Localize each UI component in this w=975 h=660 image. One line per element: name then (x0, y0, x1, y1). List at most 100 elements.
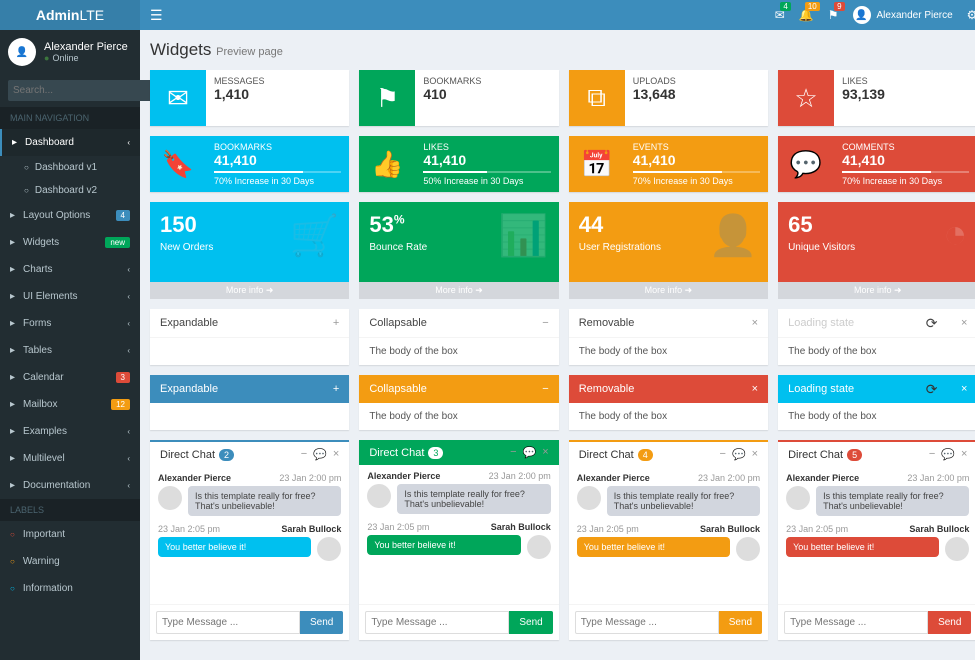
circle-icon: ○ (10, 557, 15, 566)
search-input[interactable] (8, 80, 150, 101)
send-button[interactable]: Send (509, 611, 552, 634)
nav-subitem[interactable]: ○Dashboard v2 (0, 179, 140, 202)
contacts-icon[interactable]: 💬 (941, 448, 955, 461)
minimize-icon[interactable]: − (301, 448, 307, 461)
contacts-icon[interactable]: 💬 (313, 448, 327, 461)
label-item[interactable]: ○Important (0, 521, 140, 548)
mail-icon[interactable]: ✉4 (775, 8, 785, 22)
label-item[interactable]: ○Warning (0, 548, 140, 575)
chat-badge: 4 (638, 449, 653, 461)
box-body: The body of the box (359, 338, 558, 365)
msg-name: Alexander Pierce (786, 473, 859, 483)
nav-item-charts[interactable]: ▸Charts‹ (0, 256, 140, 283)
small-box-icon: 📊 (499, 212, 549, 259)
box-header: Expandable+ (150, 309, 349, 338)
contacts-icon[interactable]: 💬 (523, 446, 537, 459)
chat-input[interactable] (365, 611, 509, 634)
nav-item-tables[interactable]: ▸Tables‹ (0, 337, 140, 364)
msg-name: Alexander Pierce (158, 473, 231, 483)
loading-icon: ⟳ (926, 381, 938, 398)
send-button[interactable]: Send (719, 611, 762, 634)
msg-time: 23 Jan 2:05 pm (367, 522, 429, 532)
info-box: ⚑BOOKMARKS410 (359, 70, 558, 126)
logo[interactable]: AdminLTE (0, 0, 140, 30)
box: Collapsable−The body of the box (359, 375, 558, 430)
nav-item-examples[interactable]: ▸Examples‹ (0, 418, 140, 445)
msg-text: You better believe it! (577, 537, 730, 557)
avatar (367, 484, 391, 508)
chat-input[interactable] (156, 611, 300, 634)
msg-text: You better believe it! (158, 537, 311, 557)
avatar (577, 486, 601, 510)
info-box-icon: 🔖 (150, 136, 206, 192)
send-button[interactable]: Send (928, 611, 971, 634)
circle-icon: ○ (24, 163, 29, 172)
info-number: 41,410 (423, 152, 550, 168)
more-info-link[interactable]: More info ➜ (150, 282, 349, 299)
msg-text: Is this template really for free? That's… (816, 486, 969, 516)
close-icon[interactable]: × (333, 448, 339, 461)
nav-icon: ▸ (10, 237, 15, 248)
info-label: COMMENTS (842, 142, 969, 152)
nav-item-layout-options[interactable]: ▸Layout Options4 (0, 202, 140, 229)
nav-subitem[interactable]: ○Dashboard v1 (0, 156, 140, 179)
send-button[interactable]: Send (300, 611, 343, 634)
more-info-link[interactable]: More info ➜ (359, 282, 558, 299)
chevron-icon: ‹ (127, 427, 130, 436)
box-tool[interactable]: − (542, 317, 548, 329)
contacts-icon[interactable]: 💬 (732, 448, 746, 461)
info-box-icon: 📅 (569, 136, 625, 192)
chevron-icon: ‹ (127, 319, 130, 328)
info-number: 13,648 (633, 86, 760, 102)
more-info-link[interactable]: More info ➜ (569, 282, 768, 299)
close-icon[interactable]: × (961, 448, 967, 461)
nav-item-documentation[interactable]: ▸Documentation‹ (0, 472, 140, 499)
circle-icon: ○ (24, 186, 29, 195)
close-icon[interactable]: × (542, 446, 548, 459)
close-icon[interactable]: × (752, 448, 758, 461)
info-box-icon: ⧉ (569, 70, 625, 126)
info-label: LIKES (842, 76, 969, 86)
topbar-user[interactable]: 👤Alexander Pierce (853, 6, 953, 24)
small-box-icon: 👤 (708, 212, 758, 259)
nav-header: MAIN NAVIGATION (0, 107, 140, 129)
chat-title: Direct Chat (788, 449, 843, 461)
more-info-link[interactable]: More info ➜ (778, 282, 975, 299)
box-tool[interactable]: + (333, 317, 339, 329)
nav-item-calendar[interactable]: ▸Calendar3 (0, 364, 140, 391)
nav-item-widgets[interactable]: ▸Widgetsnew (0, 229, 140, 256)
box-header: Collapsable− (359, 375, 558, 403)
bell-icon[interactable]: 🔔10 (799, 8, 814, 22)
box-tool[interactable]: + (333, 383, 339, 395)
chat-messages: Alexander Pierce23 Jan 2:00 pmIs this te… (359, 465, 558, 604)
box-tool[interactable]: × (961, 317, 967, 329)
info-box: 📅EVENTS41,41070% Increase in 30 Days (569, 136, 768, 192)
box-tool[interactable]: × (961, 383, 967, 395)
nav-item-dashboard[interactable]: ▸Dashboard‹ (0, 129, 140, 156)
nav-item-multilevel[interactable]: ▸Multilevel‹ (0, 445, 140, 472)
box-tool[interactable]: × (752, 383, 758, 395)
small-box: 65Unique Visitors◔More info ➜ (778, 202, 975, 299)
user-panel: 👤 Alexander Pierce Online (0, 30, 140, 74)
gears-icon[interactable]: ⚙ (967, 8, 975, 22)
minimize-icon[interactable]: − (929, 448, 935, 461)
nav-item-ui-elements[interactable]: ▸UI Elements‹ (0, 283, 140, 310)
circle-icon: ○ (10, 530, 15, 539)
nav-item-forms[interactable]: ▸Forms‹ (0, 310, 140, 337)
minimize-icon[interactable]: − (510, 446, 516, 459)
box-tool[interactable]: − (542, 383, 548, 395)
info-box-icon: ☆ (778, 70, 834, 126)
minimize-icon[interactable]: − (720, 448, 726, 461)
chat-input[interactable] (575, 611, 719, 634)
flag-icon[interactable]: ⚑9 (828, 8, 839, 22)
box-body: The body of the box (778, 403, 975, 430)
chat-input[interactable] (784, 611, 928, 634)
label-item[interactable]: ○Information (0, 575, 140, 602)
box-tool[interactable]: × (752, 317, 758, 329)
nav-item-mailbox[interactable]: ▸Mailbox12 (0, 391, 140, 418)
info-box: 🔖BOOKMARKS41,41070% Increase in 30 Days (150, 136, 349, 192)
avatar (945, 537, 969, 561)
menu-toggle-icon[interactable]: ☰ (150, 7, 163, 24)
info-label: MESSAGES (214, 76, 341, 86)
avatar (736, 537, 760, 561)
